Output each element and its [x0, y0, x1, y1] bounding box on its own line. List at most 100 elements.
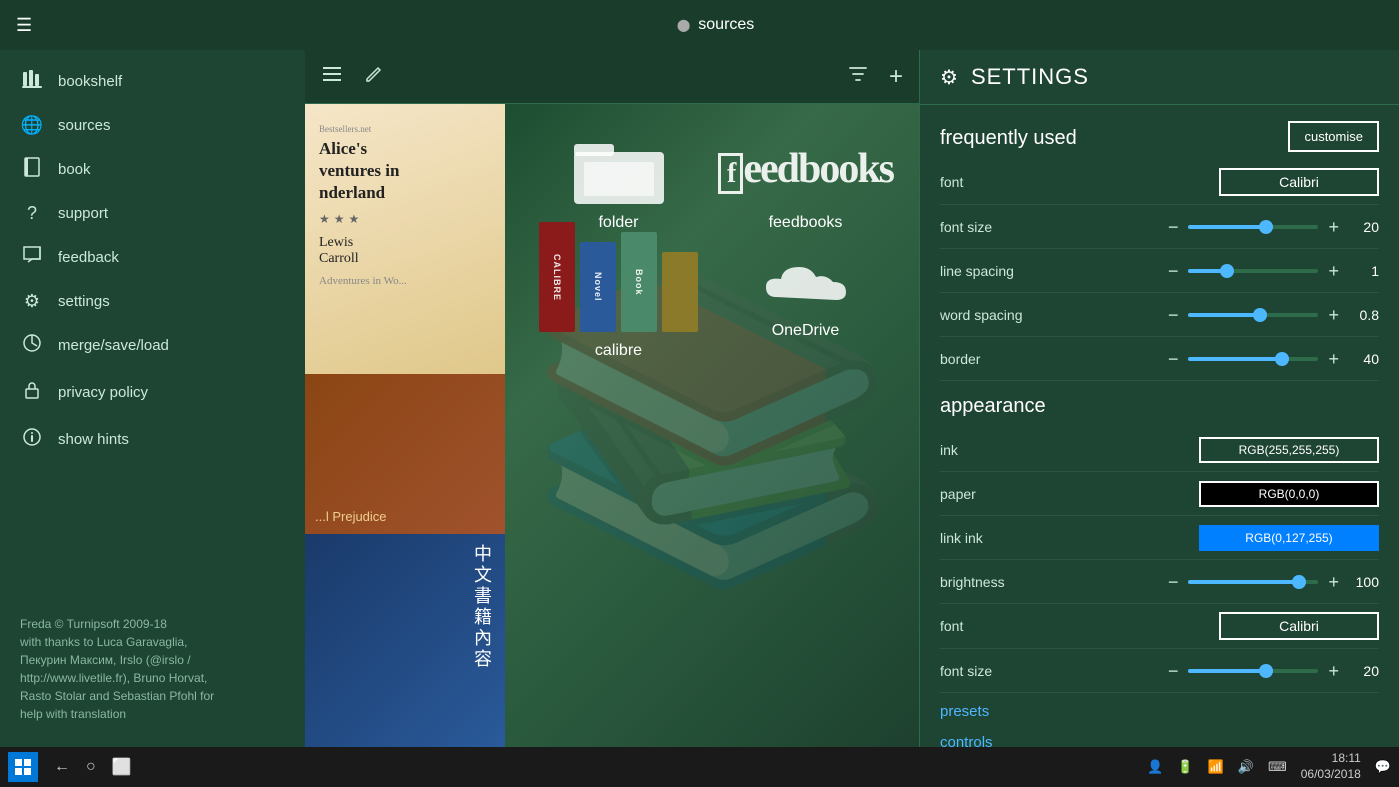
feedbooks-logo-container: feedbooks	[766, 134, 846, 204]
hamburger-menu[interactable]: ☰	[16, 15, 32, 36]
line-spacing-control: − + 1	[1060, 260, 1379, 282]
top-bar-title: sources	[698, 16, 754, 34]
sidebar-item-settings[interactable]: ⚙ settings	[0, 281, 305, 322]
battery-icon: 🔋	[1177, 759, 1193, 775]
book-icon	[20, 156, 44, 183]
settings-row-border: border − + 40	[940, 337, 1379, 381]
book-alice[interactable]: Bestsellers.net Alice'sventures innderla…	[305, 104, 505, 374]
sidebar-item-merge-label: merge/save/load	[58, 337, 169, 354]
sidebar-item-settings-label: settings	[58, 293, 110, 310]
settings-row-ink: ink RGB(255,255,255)	[940, 428, 1379, 472]
volume-icon: 🔊	[1238, 759, 1254, 775]
notification-icon[interactable]: 💬	[1375, 759, 1391, 775]
alice-title: Alice'sventures innderland	[319, 138, 491, 204]
brightness-increase-button[interactable]: +	[1324, 571, 1343, 593]
alice-author: LewisCarroll	[319, 235, 491, 267]
presets-link[interactable]: presets	[940, 693, 1379, 724]
task-view-button[interactable]: ⬜	[112, 757, 132, 777]
cal-book-3: Book	[621, 232, 657, 332]
customise-button[interactable]: customise	[1288, 121, 1379, 152]
appearance-font-size-label: font size	[940, 663, 1050, 679]
sidebar-item-hints[interactable]: show hints	[0, 416, 305, 463]
brightness-value: 100	[1349, 574, 1379, 590]
sidebar-item-sources[interactable]: 🌐 sources	[0, 105, 305, 146]
font-size-control: − + 20	[1060, 216, 1379, 238]
border-decrease-button[interactable]: −	[1164, 348, 1183, 370]
sidebar-item-feedback[interactable]: feedback	[0, 234, 305, 281]
line-spacing-slider[interactable]	[1188, 269, 1318, 273]
word-spacing-slider[interactable]	[1188, 313, 1318, 317]
link-ink-color-button[interactable]: RGB(0,127,255)	[1199, 525, 1379, 551]
font-size-decrease-button[interactable]: −	[1164, 216, 1183, 238]
font-size-fill	[1188, 225, 1266, 229]
source-feedbooks[interactable]: feedbooks feedbooks	[722, 134, 889, 232]
calibre-label: calibre	[595, 342, 642, 360]
border-increase-button[interactable]: +	[1324, 348, 1343, 370]
filter-icon[interactable]	[847, 63, 869, 91]
line-spacing-value: 1	[1349, 263, 1379, 279]
clock-time: 18:11	[1301, 751, 1361, 767]
feedbooks-logo: feedbooks	[718, 145, 893, 193]
publisher-label: Bestsellers.net	[319, 124, 491, 134]
cal-book-1: CALIBRE	[539, 222, 575, 332]
settings-header: ⚙ SETTINGS	[920, 50, 1399, 105]
word-spacing-thumb	[1253, 308, 1267, 322]
appearance-font-size-increase-button[interactable]: +	[1324, 660, 1343, 682]
chinese-characters: 中文書籍內容	[315, 544, 495, 737]
privacy-icon	[20, 379, 44, 406]
settings-row-font: font Calibri	[940, 160, 1379, 205]
edit-icon[interactable]	[363, 63, 385, 91]
controls-link[interactable]: controls	[940, 724, 1379, 747]
border-control: − + 40	[1060, 348, 1379, 370]
settings-panel: ⚙ SETTINGS frequently used customise fon…	[919, 50, 1399, 747]
word-spacing-decrease-button[interactable]: −	[1164, 304, 1183, 326]
font-size-slider[interactable]	[1188, 225, 1318, 229]
source-calibre[interactable]: CALIBRE Novel Book calibre	[535, 252, 702, 360]
appearance-font-button[interactable]: Calibri	[1219, 612, 1379, 640]
appearance-font-size-slider[interactable]	[1188, 669, 1318, 673]
top-bar-center: ⬤ sources	[48, 16, 1383, 34]
sidebar-item-bookshelf[interactable]: bookshelf	[0, 58, 305, 105]
feedbooks-bracket: f	[718, 153, 743, 194]
sidebar-item-book[interactable]: book	[0, 146, 305, 193]
onedrive-label: OneDrive	[772, 322, 840, 340]
line-spacing-thumb	[1220, 264, 1234, 278]
add-book-icon[interactable]: +	[889, 63, 903, 91]
brightness-decrease-button[interactable]: −	[1164, 571, 1183, 593]
book-chinese[interactable]: 中文書籍內容	[305, 534, 505, 747]
book-pride[interactable]: ...l Prejudice	[305, 374, 505, 534]
sidebar-item-feedback-label: feedback	[58, 249, 119, 266]
brightness-control: − + 100	[1060, 571, 1379, 593]
sidebar-item-bookshelf-label: bookshelf	[58, 73, 122, 90]
border-slider[interactable]	[1188, 357, 1318, 361]
line-spacing-increase-button[interactable]: +	[1324, 260, 1343, 282]
appearance-font-size-decrease-button[interactable]: −	[1164, 660, 1183, 682]
border-thumb	[1275, 352, 1289, 366]
word-spacing-increase-button[interactable]: +	[1324, 304, 1343, 326]
font-selector-button[interactable]: Calibri	[1219, 168, 1379, 196]
sidebar-item-privacy[interactable]: privacy policy	[0, 369, 305, 416]
sidebar-item-privacy-label: privacy policy	[58, 384, 148, 401]
font-size-thumb	[1259, 220, 1273, 234]
sidebar-item-support[interactable]: ? support	[0, 193, 305, 234]
brightness-label: brightness	[940, 574, 1050, 590]
bookshelf-icon	[20, 68, 44, 95]
back-button[interactable]: ←	[54, 758, 70, 776]
start-button[interactable]	[8, 752, 38, 782]
line-spacing-decrease-button[interactable]: −	[1164, 260, 1183, 282]
sources-grid: folder feedbooks feedbooks	[505, 104, 919, 747]
taskbar-nav-icons: ← ○ ⬜	[54, 757, 132, 777]
sidebar-item-hints-label: show hints	[58, 431, 129, 448]
search-button[interactable]: ○	[86, 758, 96, 776]
source-folder[interactable]: folder	[535, 134, 702, 232]
font-size-increase-button[interactable]: +	[1324, 216, 1343, 238]
top-bar: ☰ ⬤ sources	[0, 0, 1399, 50]
taskbar: ← ○ ⬜ 👤 🔋 📶 🔊 ⌨ 18:11 06/03/2018 💬	[0, 747, 1399, 787]
paper-color-button[interactable]: RGB(0,0,0)	[1199, 481, 1379, 507]
list-view-icon[interactable]	[321, 63, 343, 91]
border-label: border	[940, 351, 1050, 367]
source-onedrive[interactable]: OneDrive	[722, 252, 889, 360]
sidebar-item-merge[interactable]: merge/save/load	[0, 322, 305, 369]
ink-color-button[interactable]: RGB(255,255,255)	[1199, 437, 1379, 463]
brightness-slider[interactable]	[1188, 580, 1318, 584]
